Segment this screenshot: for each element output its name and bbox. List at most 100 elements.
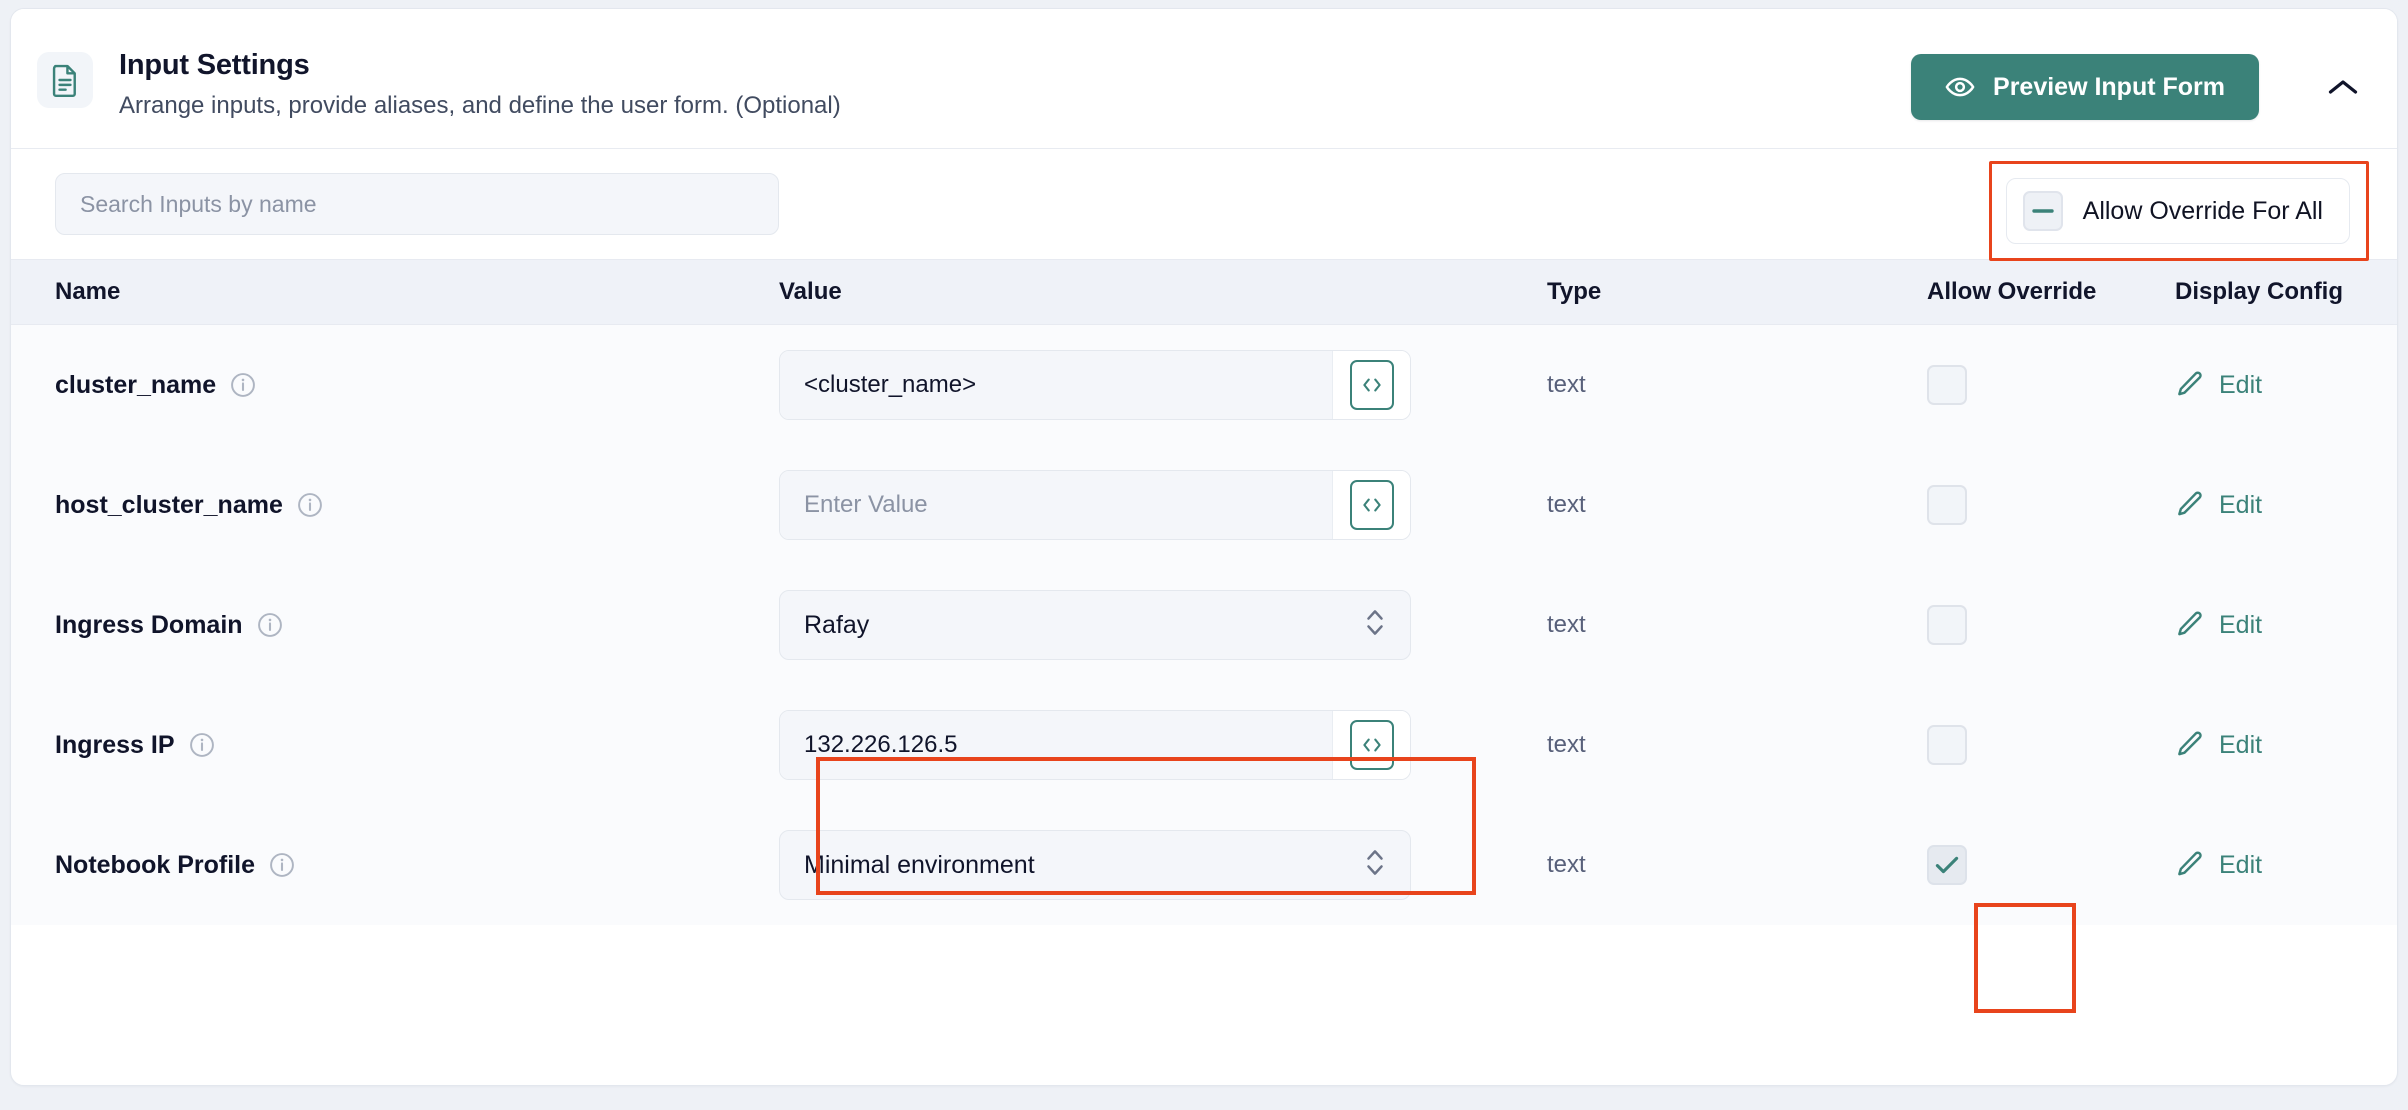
info-circle-icon[interactable] xyxy=(297,492,323,518)
cell-type: text xyxy=(1547,491,1927,519)
chevron-updown-icon xyxy=(1364,846,1386,885)
allow-override-checkbox[interactable] xyxy=(1927,725,1967,765)
cell-display-config: Edit xyxy=(2175,610,2361,640)
table-row: host_cluster_name text Edit xyxy=(11,445,2397,565)
allow-override-checkbox[interactable] xyxy=(1927,845,1967,885)
cell-allow-override xyxy=(1927,365,2175,405)
cell-value: Rafay xyxy=(779,590,1547,660)
cell-display-config: Edit xyxy=(2175,850,2361,880)
cell-display-config: Edit xyxy=(2175,730,2361,760)
cell-display-config: Edit xyxy=(2175,490,2361,520)
cell-type: text xyxy=(1547,851,1927,879)
chevron-updown-icon xyxy=(1364,606,1386,645)
code-button-container xyxy=(1332,471,1410,539)
page-subtitle: Arrange inputs, provide aliases, and def… xyxy=(119,92,841,119)
input-name-label: host_cluster_name xyxy=(55,490,283,519)
search-input[interactable] xyxy=(55,173,779,235)
cell-value xyxy=(779,470,1547,540)
edit-display-config-link[interactable]: Edit xyxy=(2175,730,2361,760)
value-select-label: Minimal environment xyxy=(804,850,1035,879)
table-row: cluster_name text Edit xyxy=(11,325,2397,445)
cell-allow-override xyxy=(1927,725,2175,765)
input-name-label: cluster_name xyxy=(55,370,217,399)
input-type-label: text xyxy=(1547,611,1586,638)
cell-name: Ingress IP xyxy=(11,731,779,760)
column-header-name: Name xyxy=(55,278,121,305)
input-name-label: Notebook Profile xyxy=(55,850,256,879)
table-header-row: Name Value Type Allow Override Display C… xyxy=(11,259,2397,325)
edit-label: Edit xyxy=(2219,490,2263,519)
pencil-icon xyxy=(2175,850,2205,880)
cell-allow-override xyxy=(1927,845,2175,885)
column-header-type: Type xyxy=(1547,278,1602,305)
column-header-allow-override: Allow Override xyxy=(1927,278,2097,305)
edit-label: Edit xyxy=(2219,730,2263,759)
value-select-label: Rafay xyxy=(804,610,870,639)
preview-input-form-label: Preview Input Form xyxy=(1993,72,2225,101)
cell-value xyxy=(779,350,1547,420)
value-input-group xyxy=(779,350,1411,420)
value-input[interactable] xyxy=(780,351,1332,419)
edit-display-config-link[interactable]: Edit xyxy=(2175,610,2361,640)
document-icon xyxy=(37,52,93,108)
table-toolbar: Allow Override For All xyxy=(11,149,2397,261)
input-type-label: text xyxy=(1547,371,1586,398)
cell-value: Minimal environment xyxy=(779,830,1547,900)
cell-allow-override xyxy=(1927,605,2175,645)
cell-name: host_cluster_name xyxy=(11,491,779,520)
chevron-up-icon[interactable] xyxy=(2317,65,2369,109)
input-type-label: text xyxy=(1547,491,1586,518)
allow-override-checkbox[interactable] xyxy=(1927,485,1967,525)
cell-value xyxy=(779,710,1547,780)
input-type-label: text xyxy=(1547,731,1586,758)
allow-override-checkbox[interactable] xyxy=(1927,605,1967,645)
preview-input-form-button[interactable]: Preview Input Form xyxy=(1911,54,2259,120)
value-input[interactable] xyxy=(780,471,1332,539)
cell-type: text xyxy=(1547,371,1927,399)
edit-label: Edit xyxy=(2219,370,2263,399)
pencil-icon xyxy=(2175,730,2205,760)
info-circle-icon[interactable] xyxy=(257,612,283,638)
column-header-value: Value xyxy=(779,278,842,305)
pencil-icon xyxy=(2175,370,2205,400)
table-row: Ingress Domain Rafay text Edit xyxy=(11,565,2397,685)
cell-type: text xyxy=(1547,611,1927,639)
table-row: Ingress IP text Edit xyxy=(11,685,2397,805)
code-brackets-icon[interactable] xyxy=(1349,720,1394,770)
info-circle-icon[interactable] xyxy=(269,852,295,878)
value-select[interactable]: Minimal environment xyxy=(779,830,1411,900)
pencil-icon xyxy=(2175,490,2205,520)
input-name-label: Ingress IP xyxy=(55,730,175,759)
highlight-allow-override-for-all: Allow Override For All xyxy=(1988,161,2369,261)
allow-override-for-all-checkbox[interactable] xyxy=(2022,191,2063,231)
allow-override-checkbox[interactable] xyxy=(1927,365,1967,405)
info-circle-icon[interactable] xyxy=(230,372,256,398)
edit-display-config-link[interactable]: Edit xyxy=(2175,370,2361,400)
cell-name: cluster_name xyxy=(11,371,779,400)
edit-display-config-link[interactable]: Edit xyxy=(2175,850,2361,880)
eye-icon xyxy=(1945,76,1975,98)
cell-name: Notebook Profile xyxy=(11,851,779,880)
inputs-table: Name Value Type Allow Override Display C… xyxy=(11,259,2397,925)
value-input-group xyxy=(779,470,1411,540)
code-brackets-icon[interactable] xyxy=(1349,360,1394,410)
value-input-group xyxy=(779,710,1411,780)
table-body: cluster_name text Edithost_cluster_name … xyxy=(11,325,2397,925)
value-select[interactable]: Rafay xyxy=(779,590,1411,660)
value-input[interactable] xyxy=(780,711,1332,779)
code-button-container xyxy=(1332,711,1410,779)
edit-display-config-link[interactable]: Edit xyxy=(2175,490,2361,520)
code-brackets-icon[interactable] xyxy=(1349,480,1394,530)
pencil-icon xyxy=(2175,610,2205,640)
input-name-label: Ingress Domain xyxy=(55,610,243,639)
info-circle-icon[interactable] xyxy=(189,732,215,758)
allow-override-for-all-toggle[interactable]: Allow Override For All xyxy=(2005,178,2350,244)
allow-override-for-all-label: Allow Override For All xyxy=(2082,196,2323,225)
code-button-container xyxy=(1332,351,1410,419)
table-row: Notebook Profile Minimal environment tex… xyxy=(11,805,2397,925)
edit-label: Edit xyxy=(2219,610,2263,639)
cell-allow-override xyxy=(1927,485,2175,525)
column-header-display-config: Display Config xyxy=(2175,278,2344,305)
input-type-label: text xyxy=(1547,851,1586,878)
cell-display-config: Edit xyxy=(2175,370,2361,400)
